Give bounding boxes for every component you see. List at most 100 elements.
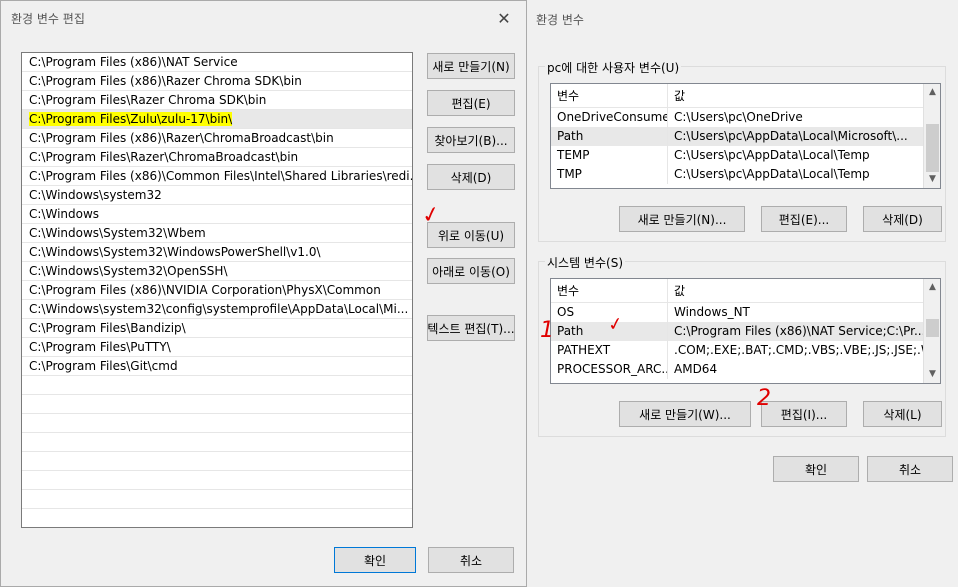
list-item[interactable]: C:\Windows\system32\config\systemprofile… <box>22 300 412 319</box>
list-item[interactable]: C:\Program Files (x86)\Razer\ChromaBroad… <box>22 129 412 148</box>
var-name: Path <box>551 127 668 146</box>
new-button[interactable]: 새로 만들기(N) <box>427 53 515 79</box>
column-header-value[interactable]: 값 <box>668 279 940 302</box>
ok-button[interactable]: 확인 <box>334 547 416 573</box>
var-value: C:\Users\pc\AppData\Local\Microsoft\... <box>674 129 908 143</box>
list-item[interactable]: C:\Program Files (x86)\NAT Service <box>22 53 412 72</box>
var-name: TEMP <box>551 146 668 165</box>
path-text: C:\Program Files\Razer\ChromaBroadcast\b… <box>29 150 299 164</box>
window-title: 환경 변수 <box>536 12 584 27</box>
column-header-variable[interactable]: 변수 <box>551 279 668 302</box>
table-row[interactable]: Path C:\Users\pc\AppData\Local\Microsoft\… <box>551 127 940 146</box>
scroll-down-icon[interactable]: ▼ <box>924 171 940 188</box>
empty-list-row[interactable] <box>22 433 412 452</box>
list-item[interactable]: C:\Windows\System32\WindowsPowerShell\v1… <box>22 243 412 262</box>
empty-list-row[interactable] <box>22 414 412 433</box>
system-new-button[interactable]: 새로 만들기(W)... <box>619 401 751 427</box>
var-name: OneDriveConsumer <box>551 108 668 127</box>
path-entries-list[interactable]: C:\Program Files (x86)\NAT Service C:\Pro… <box>21 52 413 528</box>
list-item[interactable]: C:\Program Files\Zulu\zulu-17\bin\ <box>22 110 412 129</box>
edit-text-button[interactable]: 텍스트 편집(T)... <box>427 315 515 341</box>
scroll-up-icon[interactable]: ▲ <box>924 279 940 296</box>
edit-button[interactable]: 편집(E) <box>427 90 515 116</box>
number-1-annotation: 1 <box>540 318 554 343</box>
path-text: C:\Windows\system32\config\systemprofile… <box>29 302 409 316</box>
empty-list-row[interactable] <box>22 471 412 490</box>
path-text: C:\Program Files\Zulu\zulu-17\bin\ <box>29 112 233 126</box>
var-name: TMP <box>551 165 668 184</box>
scroll-down-icon[interactable]: ▼ <box>924 366 940 383</box>
path-text: C:\Program Files\Git\cmd <box>29 359 178 373</box>
var-value: Windows_NT <box>674 305 750 319</box>
empty-list-row[interactable] <box>22 395 412 414</box>
dialog-title: 환경 변수 편집 <box>11 11 85 26</box>
table-row[interactable]: PROCESSOR_ARC... AMD64 <box>551 360 940 379</box>
list-item[interactable]: C:\Program Files\Git\cmd <box>22 357 412 376</box>
table-header: 변수 값 <box>551 84 940 108</box>
path-text: C:\Program Files (x86)\NVIDIA Corporatio… <box>29 283 381 297</box>
list-item[interactable]: C:\Program Files (x86)\Common Files\Inte… <box>22 167 412 186</box>
empty-list-row[interactable] <box>22 452 412 471</box>
system-delete-button[interactable]: 삭제(L) <box>863 401 942 427</box>
var-value: C:\Program Files (x86)\NAT Service;C:\Pr… <box>674 324 926 338</box>
empty-list-row[interactable] <box>22 376 412 395</box>
column-header-value[interactable]: 값 <box>668 84 940 107</box>
table-row[interactable]: TEMP C:\Users\pc\AppData\Local\Temp <box>551 146 940 165</box>
list-item[interactable]: C:\Program Files\Razer\ChromaBroadcast\b… <box>22 148 412 167</box>
var-value: C:\Users\pc\OneDrive <box>674 110 803 124</box>
env-ok-button[interactable]: 확인 <box>773 456 859 482</box>
path-text: C:\Program Files (x86)\NAT Service <box>29 55 238 69</box>
list-item[interactable]: C:\Windows\System32\Wbem <box>22 224 412 243</box>
path-text: C:\Windows\System32\Wbem <box>29 226 206 240</box>
list-item[interactable]: C:\Program Files (x86)\NVIDIA Corporatio… <box>22 281 412 300</box>
var-value: AMD64 <box>674 362 718 376</box>
var-value: C:\Users\pc\AppData\Local\Temp <box>674 167 870 181</box>
scroll-thumb[interactable] <box>926 319 939 337</box>
user-delete-button[interactable]: 삭제(D) <box>863 206 942 232</box>
edit-environment-variable-dialog: 환경 변수 편집 ✕ C:\Program Files (x86)\NAT Se… <box>0 0 527 587</box>
move-down-button[interactable]: 아래로 이동(O) <box>427 258 515 284</box>
list-item[interactable]: C:\Windows <box>22 205 412 224</box>
system-edit-button[interactable]: 편집(I)... <box>761 401 847 427</box>
cancel-button[interactable]: 취소 <box>428 547 514 573</box>
path-text: C:\Windows\System32\OpenSSH\ <box>29 264 228 278</box>
list-item[interactable]: C:\Program Files\Razer Chroma SDK\bin <box>22 91 412 110</box>
user-edit-button[interactable]: 편집(E)... <box>761 206 847 232</box>
path-text: C:\Windows\system32 <box>29 188 162 202</box>
path-text: C:\Program Files (x86)\Razer Chroma SDK\… <box>29 74 302 88</box>
list-item[interactable]: C:\Windows\System32\OpenSSH\ <box>22 262 412 281</box>
vertical-scrollbar[interactable]: ▲ ▼ <box>923 84 940 188</box>
browse-button[interactable]: 찾아보기(B)... <box>427 127 515 153</box>
path-text: C:\Program Files (x86)\Razer\ChromaBroad… <box>29 131 334 145</box>
var-value: .COM;.EXE;.BAT;.CMD;.VBS;.VBE;.JS;.JSE;.… <box>674 343 940 357</box>
user-variables-label: pc에 대한 사용자 변수(U) <box>545 59 682 76</box>
path-text: C:\Program Files\Bandizip\ <box>29 321 186 335</box>
table-row[interactable]: OneDriveConsumer C:\Users\pc\OneDrive <box>551 108 940 127</box>
delete-button[interactable]: 삭제(D) <box>427 164 515 190</box>
user-variables-table[interactable]: 변수 값 OneDriveConsumer C:\Users\pc\OneDriv… <box>550 83 941 189</box>
list-item[interactable]: C:\Windows\system32 <box>22 186 412 205</box>
path-text: C:\Program Files (x86)\Common Files\Inte… <box>29 169 412 183</box>
var-value: C:\Users\pc\AppData\Local\Temp <box>674 148 870 162</box>
table-header: 변수 값 <box>551 279 940 303</box>
path-text: C:\Program Files\PuTTY\ <box>29 340 171 354</box>
empty-list-row[interactable] <box>22 490 412 509</box>
list-item[interactable]: C:\Program Files\Bandizip\ <box>22 319 412 338</box>
system-variables-label: 시스템 변수(S) <box>545 254 625 271</box>
list-item[interactable]: C:\Program Files (x86)\Razer Chroma SDK\… <box>22 72 412 91</box>
path-text: C:\Windows\System32\WindowsPowerShell\v1… <box>29 245 321 259</box>
path-text: C:\Windows <box>29 207 100 221</box>
scroll-thumb[interactable] <box>926 124 939 172</box>
table-row[interactable]: PATHEXT .COM;.EXE;.BAT;.CMD;.VBS;.VBE;.JS… <box>551 341 940 360</box>
close-icon[interactable]: ✕ <box>492 9 516 28</box>
env-cancel-button[interactable]: 취소 <box>867 456 953 482</box>
path-text: C:\Program Files\Razer Chroma SDK\bin <box>29 93 267 107</box>
var-name: PROCESSOR_ARC... <box>551 360 668 379</box>
number-2-annotation: 2 <box>757 386 771 411</box>
scroll-up-icon[interactable]: ▲ <box>924 84 940 101</box>
column-header-variable[interactable]: 변수 <box>551 84 668 107</box>
vertical-scrollbar[interactable]: ▲ ▼ <box>923 279 940 383</box>
list-item[interactable]: C:\Program Files\PuTTY\ <box>22 338 412 357</box>
table-row[interactable]: TMP C:\Users\pc\AppData\Local\Temp <box>551 165 940 184</box>
user-new-button[interactable]: 새로 만들기(N)... <box>619 206 745 232</box>
